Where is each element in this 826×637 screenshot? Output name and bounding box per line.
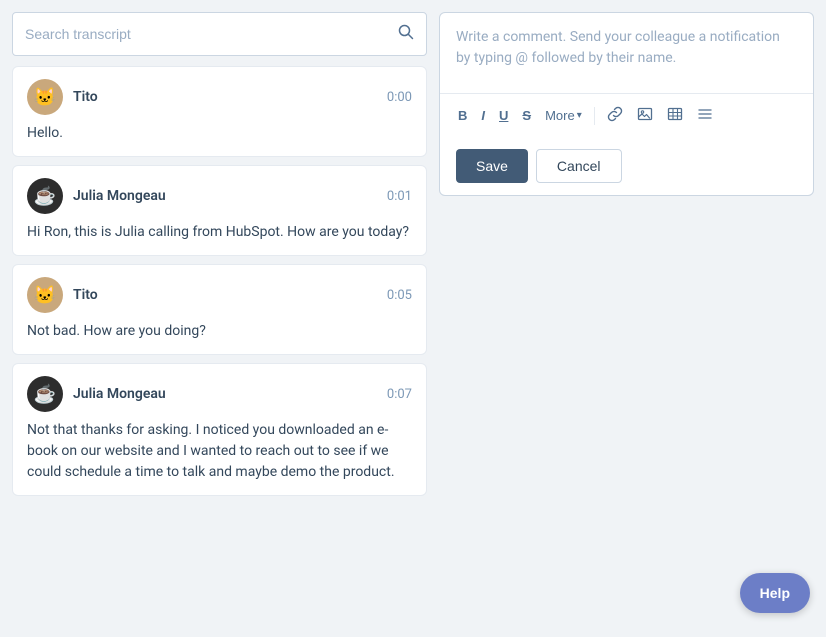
help-button[interactable]: Help [740, 573, 810, 613]
card-header: ☕ Julia Mongeau 0:01 [27, 178, 412, 214]
transcript-card[interactable]: ☕ Julia Mongeau 0:07 Not that thanks for… [12, 363, 427, 496]
speaker-name: Tito [73, 89, 98, 105]
timestamp: 0:07 [387, 387, 412, 402]
save-button[interactable]: Save [456, 149, 528, 183]
strikethrough-button[interactable]: S [516, 104, 537, 127]
more-dropdown-button[interactable]: More ▾ [539, 104, 588, 127]
card-header: 🐱 Tito 0:00 [27, 79, 412, 115]
speaker-name: Julia Mongeau [73, 386, 166, 402]
avatar: ☕ [27, 376, 63, 412]
speaker-info: 🐱 Tito [27, 277, 98, 313]
speaker-info: ☕ Julia Mongeau [27, 178, 166, 214]
avatar-emoji: ☕ [34, 384, 56, 405]
speaker-info: 🐱 Tito [27, 79, 98, 115]
transcript-card[interactable]: ☕ Julia Mongeau 0:01 Hi Ron, this is Jul… [12, 165, 427, 256]
speaker-info: ☕ Julia Mongeau [27, 376, 166, 412]
table-button[interactable] [661, 102, 689, 129]
chevron-down-icon: ▾ [577, 110, 582, 121]
search-input[interactable] [25, 26, 398, 42]
toolbar-separator [594, 107, 595, 125]
left-panel: 🐱 Tito 0:00 Hello. ☕ Julia Mongeau [12, 12, 427, 625]
underline-button[interactable]: U [493, 104, 514, 127]
card-header: ☕ Julia Mongeau 0:07 [27, 376, 412, 412]
comment-toolbar: B I U S More ▾ [440, 93, 813, 137]
card-header: 🐱 Tito 0:05 [27, 277, 412, 313]
avatar-emoji: ☕ [34, 186, 56, 207]
comment-box: Write a comment. Send your colleague a n… [439, 12, 814, 196]
card-text: Not bad. How are you doing? [27, 321, 412, 342]
timestamp: 0:05 [387, 288, 412, 303]
table-icon [667, 106, 683, 125]
avatar: 🐱 [27, 79, 63, 115]
link-icon [607, 106, 623, 125]
transcript-card[interactable]: 🐱 Tito 0:00 Hello. [12, 66, 427, 157]
transcript-card[interactable]: 🐱 Tito 0:05 Not bad. How are you doing? [12, 264, 427, 355]
right-panel: Write a comment. Send your colleague a n… [439, 12, 814, 625]
avatar: 🐱 [27, 277, 63, 313]
card-text: Hello. [27, 123, 412, 144]
cancel-button[interactable]: Cancel [536, 149, 622, 183]
card-text: Not that thanks for asking. I noticed yo… [27, 420, 412, 483]
image-button[interactable] [631, 102, 659, 129]
action-buttons: Save Cancel [440, 137, 813, 195]
comment-textarea[interactable]: Write a comment. Send your colleague a n… [440, 13, 813, 93]
timestamp: 0:00 [387, 90, 412, 105]
card-text: Hi Ron, this is Julia calling from HubSp… [27, 222, 412, 243]
link-button[interactable] [601, 102, 629, 129]
list-button[interactable] [691, 102, 719, 129]
search-icon [398, 24, 414, 44]
avatar-emoji: 🐱 [34, 87, 56, 108]
timestamp: 0:01 [387, 189, 412, 204]
bold-button[interactable]: B [452, 104, 473, 127]
speaker-name: Julia Mongeau [73, 188, 166, 204]
speaker-name: Tito [73, 287, 98, 303]
search-bar[interactable] [12, 12, 427, 56]
avatar-emoji: 🐱 [34, 285, 56, 306]
transcript-list: 🐱 Tito 0:00 Hello. ☕ Julia Mongeau [12, 66, 427, 496]
list-icon [697, 106, 713, 125]
avatar: ☕ [27, 178, 63, 214]
image-icon [637, 106, 653, 125]
italic-button[interactable]: I [475, 104, 491, 127]
